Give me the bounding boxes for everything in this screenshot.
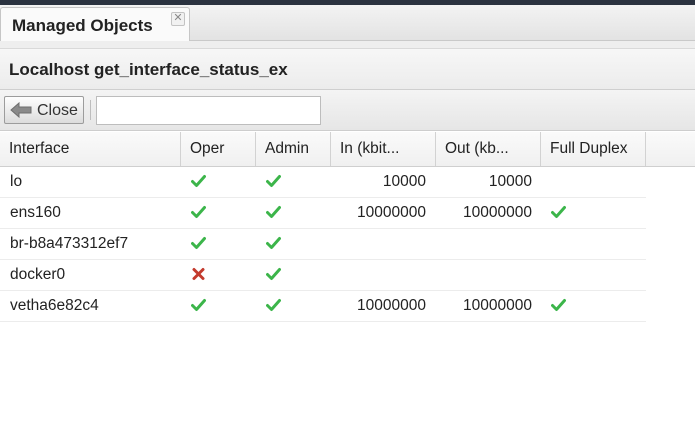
interface-cell: ens160: [10, 204, 61, 221]
column-header-in[interactable]: In (kbit...: [331, 132, 436, 166]
interface-cell: vetha6e82c4: [10, 297, 99, 314]
check-icon: [191, 298, 206, 312]
interface-cell: br-b8a473312ef7: [10, 235, 129, 252]
column-header-oper[interactable]: Oper: [181, 132, 256, 166]
close-icon[interactable]: ✕: [171, 12, 185, 26]
column-header-full-duplex[interactable]: Full Duplex: [541, 132, 646, 166]
tab-label: Managed Objects: [12, 16, 153, 35]
tab-band: [0, 41, 695, 49]
panel-header: Localhost get_interface_status_ex: [0, 49, 695, 90]
check-icon: [191, 236, 206, 250]
cross-icon: [191, 267, 206, 281]
check-icon: [266, 205, 281, 219]
panel-title: Localhost get_interface_status_ex: [9, 60, 288, 79]
close-button-label: Close: [37, 102, 78, 119]
interface-cell: lo: [10, 173, 23, 190]
column-header-out[interactable]: Out (kb...: [436, 132, 541, 166]
out-cell: 10000000: [463, 297, 532, 314]
table-row[interactable]: ens160 10000000 10000000: [0, 198, 646, 229]
out-cell: 10000000: [463, 204, 532, 221]
column-header-interface[interactable]: Interface: [0, 132, 181, 166]
interface-cell: docker0: [10, 266, 66, 283]
check-icon: [266, 236, 281, 250]
table-row[interactable]: vetha6e82c4 10000000 10000000: [0, 291, 646, 322]
out-cell: 10000: [488, 173, 532, 190]
tab-managed-objects[interactable]: Managed Objects ✕: [0, 7, 190, 41]
arrow-left-icon: [10, 101, 32, 122]
in-cell: 10000: [382, 173, 426, 190]
search-input[interactable]: [96, 96, 321, 125]
table-row[interactable]: docker0: [0, 260, 646, 291]
column-header-admin[interactable]: Admin: [256, 132, 331, 166]
check-icon: [191, 174, 206, 188]
in-cell: 10000000: [357, 204, 426, 221]
table-row[interactable]: br-b8a473312ef7: [0, 229, 646, 260]
check-icon: [551, 298, 566, 312]
close-button[interactable]: Close: [4, 96, 84, 124]
toolbar-separator: [90, 100, 91, 120]
tab-strip: Managed Objects ✕: [0, 5, 695, 41]
in-cell: 10000000: [357, 297, 426, 314]
check-icon: [266, 267, 281, 281]
table-row[interactable]: lo 10000 10000: [0, 167, 646, 198]
check-icon: [266, 174, 281, 188]
grid-header: Interface Oper Admin In (kbit... Out (kb…: [0, 132, 695, 167]
toolbar: Close: [0, 90, 695, 131]
check-icon: [551, 205, 566, 219]
check-icon: [191, 205, 206, 219]
check-icon: [266, 298, 281, 312]
